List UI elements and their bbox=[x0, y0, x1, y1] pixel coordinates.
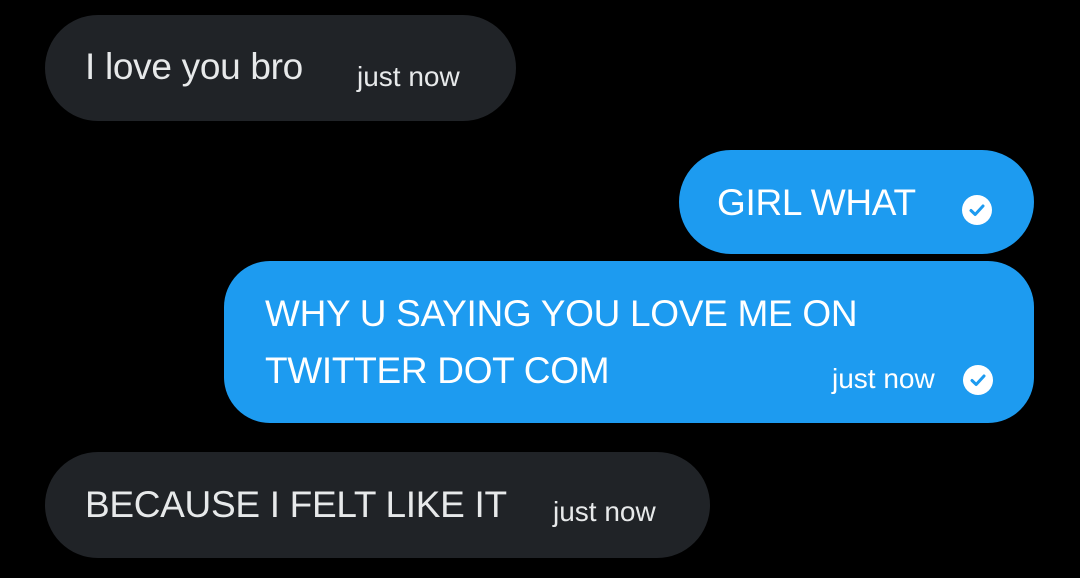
message-bubble-received[interactable]: I love you bro just now bbox=[45, 15, 516, 121]
message-text-line-2: TWITTER DOT COM bbox=[265, 350, 610, 391]
message-bubble-sent[interactable]: WHY U SAYING YOU LOVE ME ON TWITTER DOT … bbox=[224, 261, 1034, 423]
check-circle-icon bbox=[963, 365, 993, 395]
message-bubble-sent[interactable]: GIRL WHAT bbox=[679, 150, 1034, 254]
message-timestamp: just now bbox=[357, 61, 460, 92]
message-text: BECAUSE I FELT LIKE IT bbox=[85, 484, 507, 525]
message-bubble-received[interactable]: BECAUSE I FELT LIKE IT just now bbox=[45, 452, 710, 558]
message-text: I love you bro bbox=[85, 46, 303, 87]
check-circle-icon bbox=[962, 195, 992, 225]
message-timestamp: just now bbox=[553, 496, 656, 527]
message-timestamp: just now bbox=[832, 363, 935, 394]
message-text-line-1: WHY U SAYING YOU LOVE ME ON bbox=[265, 293, 858, 334]
message-text: GIRL WHAT bbox=[717, 182, 916, 223]
